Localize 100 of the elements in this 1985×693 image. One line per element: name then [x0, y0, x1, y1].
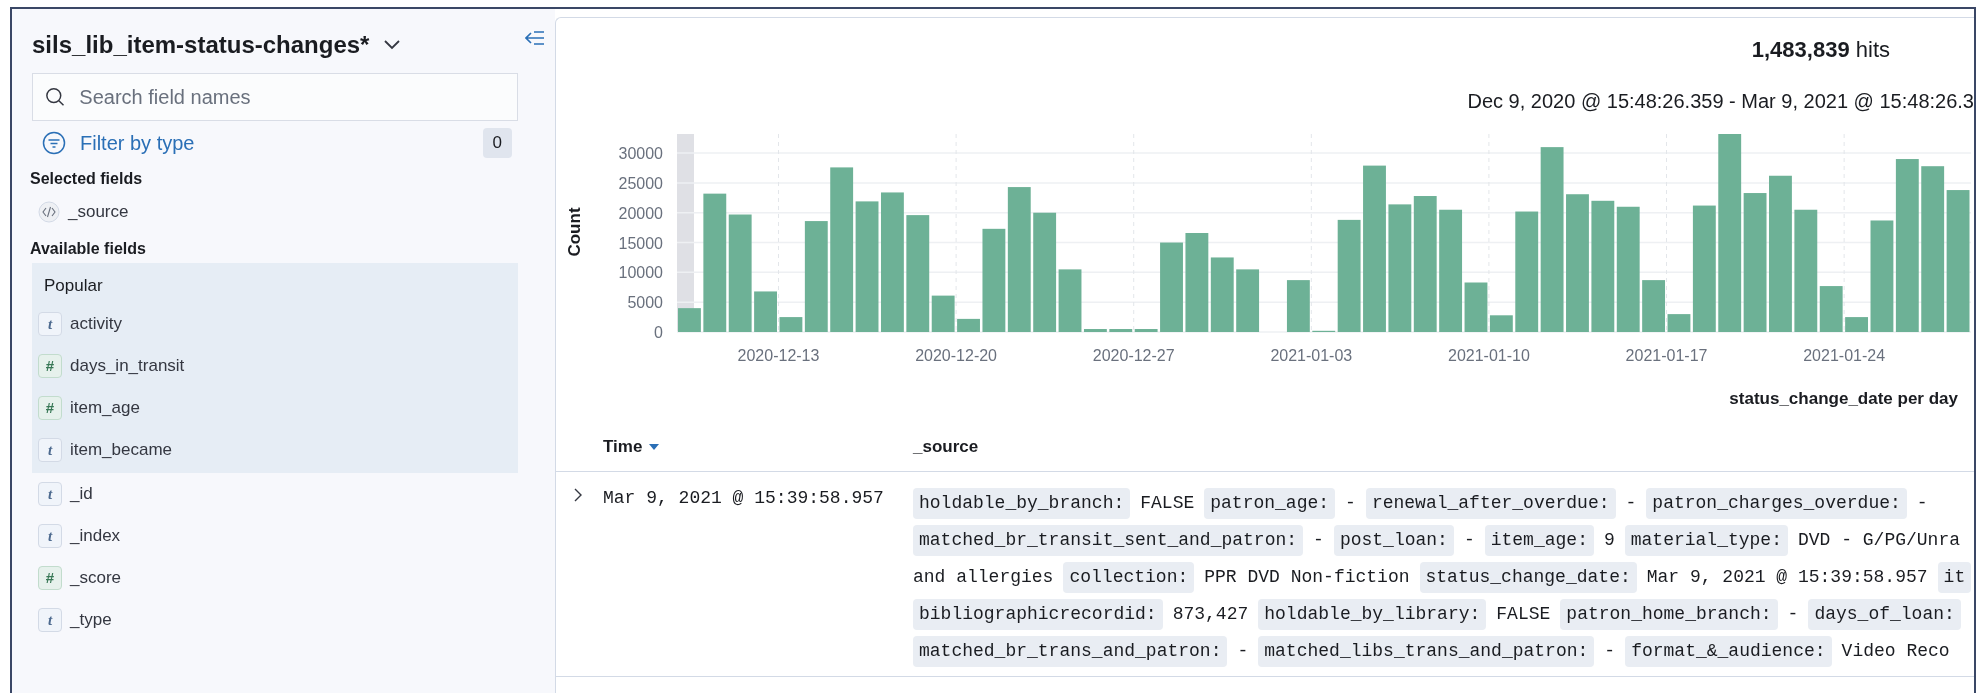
- field-value: and allergies: [913, 566, 1054, 589]
- search-input[interactable]: Search field names: [79, 82, 505, 112]
- field-name[interactable]: _id: [70, 481, 93, 507]
- field-key: item_age:: [1484, 525, 1594, 556]
- field-value: -: [1625, 492, 1637, 515]
- bar[interactable]: [1185, 233, 1209, 332]
- bar[interactable]: [1083, 329, 1107, 332]
- field-value: PPR DVD Non-fiction: [1204, 566, 1410, 589]
- bar[interactable]: [1388, 204, 1412, 332]
- hit-count: 1,483,839 hits: [1751, 36, 1890, 64]
- bar[interactable]: [1286, 280, 1310, 332]
- field-key: holdable_by_library:: [1258, 599, 1487, 630]
- bar[interactable]: [1895, 159, 1919, 332]
- bar[interactable]: [982, 228, 1006, 332]
- field-value: -: [1916, 492, 1928, 515]
- field-name[interactable]: _source: [68, 199, 129, 225]
- bar[interactable]: [906, 215, 930, 332]
- bar[interactable]: [855, 201, 879, 332]
- field-value: -: [1313, 529, 1324, 552]
- field-type-icon: t: [38, 312, 62, 336]
- bar[interactable]: [754, 291, 777, 332]
- field-value: FALSE: [1140, 492, 1195, 515]
- bar[interactable]: [1033, 212, 1057, 332]
- bar[interactable]: [1921, 166, 1945, 332]
- field-name[interactable]: activity: [70, 311, 122, 337]
- bar[interactable]: [804, 221, 828, 332]
- bar[interactable]: [1134, 329, 1158, 332]
- field-name[interactable]: _index: [70, 523, 121, 549]
- field-key: post_loan:: [1333, 525, 1454, 556]
- bar[interactable]: [1591, 200, 1615, 332]
- bar[interactable]: [1718, 134, 1742, 332]
- bar[interactable]: [1794, 209, 1818, 332]
- field-value: Mar 9, 2021 @ 15:39:58.957: [1646, 566, 1928, 589]
- bar[interactable]: [779, 317, 803, 332]
- index-pattern-selector[interactable]: sils_lib_item-status-changes*: [22, 27, 402, 63]
- bar[interactable]: [1616, 206, 1640, 332]
- field-name[interactable]: days_in_transit: [70, 353, 185, 379]
- bar[interactable]: [1210, 257, 1234, 332]
- x-tick-label: 2021-01-03: [1270, 347, 1353, 364]
- bar[interactable]: [1236, 269, 1260, 332]
- search-field[interactable]: Search field names: [32, 73, 518, 121]
- field-key: renewal_after_overdue:: [1365, 488, 1616, 519]
- column-header[interactable]: Time: [603, 433, 643, 460]
- bar[interactable]: [1413, 196, 1437, 332]
- field-key: matched_br_transit_sent_and_patron:: [913, 525, 1304, 556]
- field-type-icon: t: [38, 524, 62, 548]
- time-cell-text: Mar 9, 2021 @ 15:39:58.957: [603, 487, 884, 510]
- bar[interactable]: [1819, 286, 1843, 332]
- x-tick-label: 2020-12-20: [915, 347, 997, 364]
- search-icon: [45, 86, 66, 108]
- field-value: 9: [1603, 529, 1615, 552]
- bar[interactable]: [1160, 242, 1183, 332]
- field-name[interactable]: item_age: [70, 395, 140, 421]
- field-value: -: [1463, 529, 1475, 552]
- bar[interactable]: [957, 318, 980, 332]
- field-type-icon: t: [38, 482, 62, 506]
- field-key: status_change_date:: [1419, 562, 1637, 593]
- bar[interactable]: [1667, 314, 1691, 332]
- bar[interactable]: [1464, 282, 1488, 332]
- filter-by-type-button[interactable]: Filter by type: [42, 128, 195, 158]
- field-type-icon: #: [38, 354, 62, 378]
- bar[interactable]: [931, 295, 955, 332]
- bar[interactable]: [1566, 194, 1589, 332]
- bar[interactable]: [1845, 317, 1868, 332]
- bar[interactable]: [1946, 190, 1970, 332]
- bar[interactable]: [1489, 315, 1513, 332]
- x-tick-label: 2021-01-24: [1803, 347, 1886, 364]
- bar[interactable]: [1109, 329, 1133, 332]
- field-name[interactable]: item_became: [70, 437, 173, 463]
- filter-count: 0: [482, 128, 512, 158]
- bar[interactable]: [1439, 209, 1463, 332]
- column-header[interactable]: _source: [913, 433, 979, 460]
- bar[interactable]: [1515, 211, 1539, 332]
- bar[interactable]: [1363, 165, 1386, 332]
- field-key: bibliographicrecordid:: [913, 599, 1163, 630]
- collapse-sidebar-icon[interactable]: [525, 30, 545, 46]
- x-tick-label: 2021-01-10: [1448, 347, 1530, 364]
- field-name[interactable]: _type: [70, 607, 112, 633]
- bar[interactable]: [1692, 205, 1716, 332]
- field-name[interactable]: _score: [70, 565, 122, 591]
- field-value: DVD - G/PG/Unra: [1798, 529, 1960, 552]
- bar[interactable]: [1743, 193, 1767, 332]
- bar[interactable]: [703, 193, 727, 332]
- field-key: collection:: [1063, 562, 1195, 593]
- field-key: holdable_by_branch:: [913, 488, 1131, 519]
- bar[interactable]: [728, 214, 752, 332]
- bar[interactable]: [678, 308, 701, 332]
- bar[interactable]: [830, 167, 854, 332]
- bar[interactable]: [1870, 220, 1894, 332]
- bar[interactable]: [1007, 187, 1031, 332]
- field-type-icon: t: [38, 438, 62, 462]
- sort-descending-icon[interactable]: [648, 442, 661, 451]
- field-value: 873,427: [1172, 603, 1249, 626]
- bar[interactable]: [1337, 219, 1361, 332]
- bar[interactable]: [1769, 175, 1792, 332]
- bar[interactable]: [1540, 147, 1564, 332]
- bar[interactable]: [881, 192, 904, 332]
- field-type-icon: #: [38, 566, 62, 590]
- bar[interactable]: [1642, 280, 1666, 332]
- bar[interactable]: [1058, 269, 1082, 332]
